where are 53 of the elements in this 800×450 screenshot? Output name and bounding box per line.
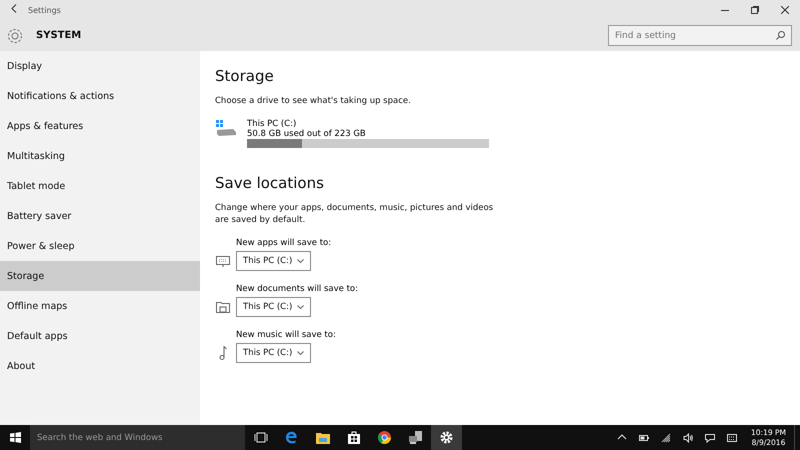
notification-icon [705,432,715,442]
back-icon [11,4,17,13]
location-label: New music will save to: [236,330,337,340]
task-view-icon [254,432,268,443]
description: Choose a drive to see what's taking up space. [215,95,412,107]
window-title: Settings [28,6,62,14]
sidebar-item[interactable]: Multitasking [0,141,200,171]
page-title: Storage [215,67,275,85]
drive-usage: 50.8 GB used out of 223 GB [247,129,367,139]
wifi-icon [661,432,671,442]
gear-icon [440,431,453,444]
browser-ball-icon [378,431,391,444]
speaker-icon [683,432,693,442]
sidebar-item[interactable]: Tablet mode [0,171,200,201]
keyboard-icon [727,432,737,442]
windows-logo-icon [10,432,20,443]
sidebar-item[interactable]: Offline maps [0,291,200,321]
chevron-down-icon [297,305,304,309]
chevron-down-icon [297,351,304,355]
taskbar-search-field[interactable]: Search the web and Windows [30,425,245,450]
shopping-bag-icon [348,431,360,444]
computer-icon [408,431,422,444]
location-label: New documents will save to: [236,284,359,294]
sidebar-item[interactable]: Battery saver [0,201,200,231]
location-label: New apps will save to: [236,238,332,248]
folder-icon [216,301,230,313]
drive-name: This PC (C:) [247,119,298,129]
restore-icon [751,6,759,14]
search-field[interactable]: Find a setting [608,25,792,46]
sidebar-item[interactable]: Notifications & actions [0,81,200,111]
sidebar-item[interactable]: Default apps [0,321,200,351]
taskbar-button[interactable] [431,425,462,450]
drive-dropdown[interactable]: This PC (C:) [236,297,311,317]
battery-icon [639,432,649,442]
gear-icon [6,26,24,44]
close-icon [781,6,789,14]
drive-dropdown[interactable]: This PC (C:) [236,251,311,271]
search-icon [776,31,785,40]
sidebar-item[interactable]: Display [0,51,200,81]
sidebar-item[interactable]: Apps & features [0,111,200,141]
folder-icon [316,432,330,444]
drive-icon [215,119,237,137]
section-title: SYSTEM [36,30,82,41]
e-logo-icon [285,431,298,444]
description: Change where your apps, documents, music, pictures and videos are saved by default. [215,202,494,226]
section-heading: Save locations [215,174,325,192]
monitor-icon [216,256,230,266]
drive-dropdown[interactable]: This PC (C:) [236,343,311,363]
sidebar-item[interactable]: Storage [0,261,200,291]
music-note-icon [219,346,227,360]
sidebar-item[interactable]: Power & sleep [0,231,200,261]
chevron-down-icon [297,259,304,263]
sidebar-item[interactable]: About [0,351,200,381]
